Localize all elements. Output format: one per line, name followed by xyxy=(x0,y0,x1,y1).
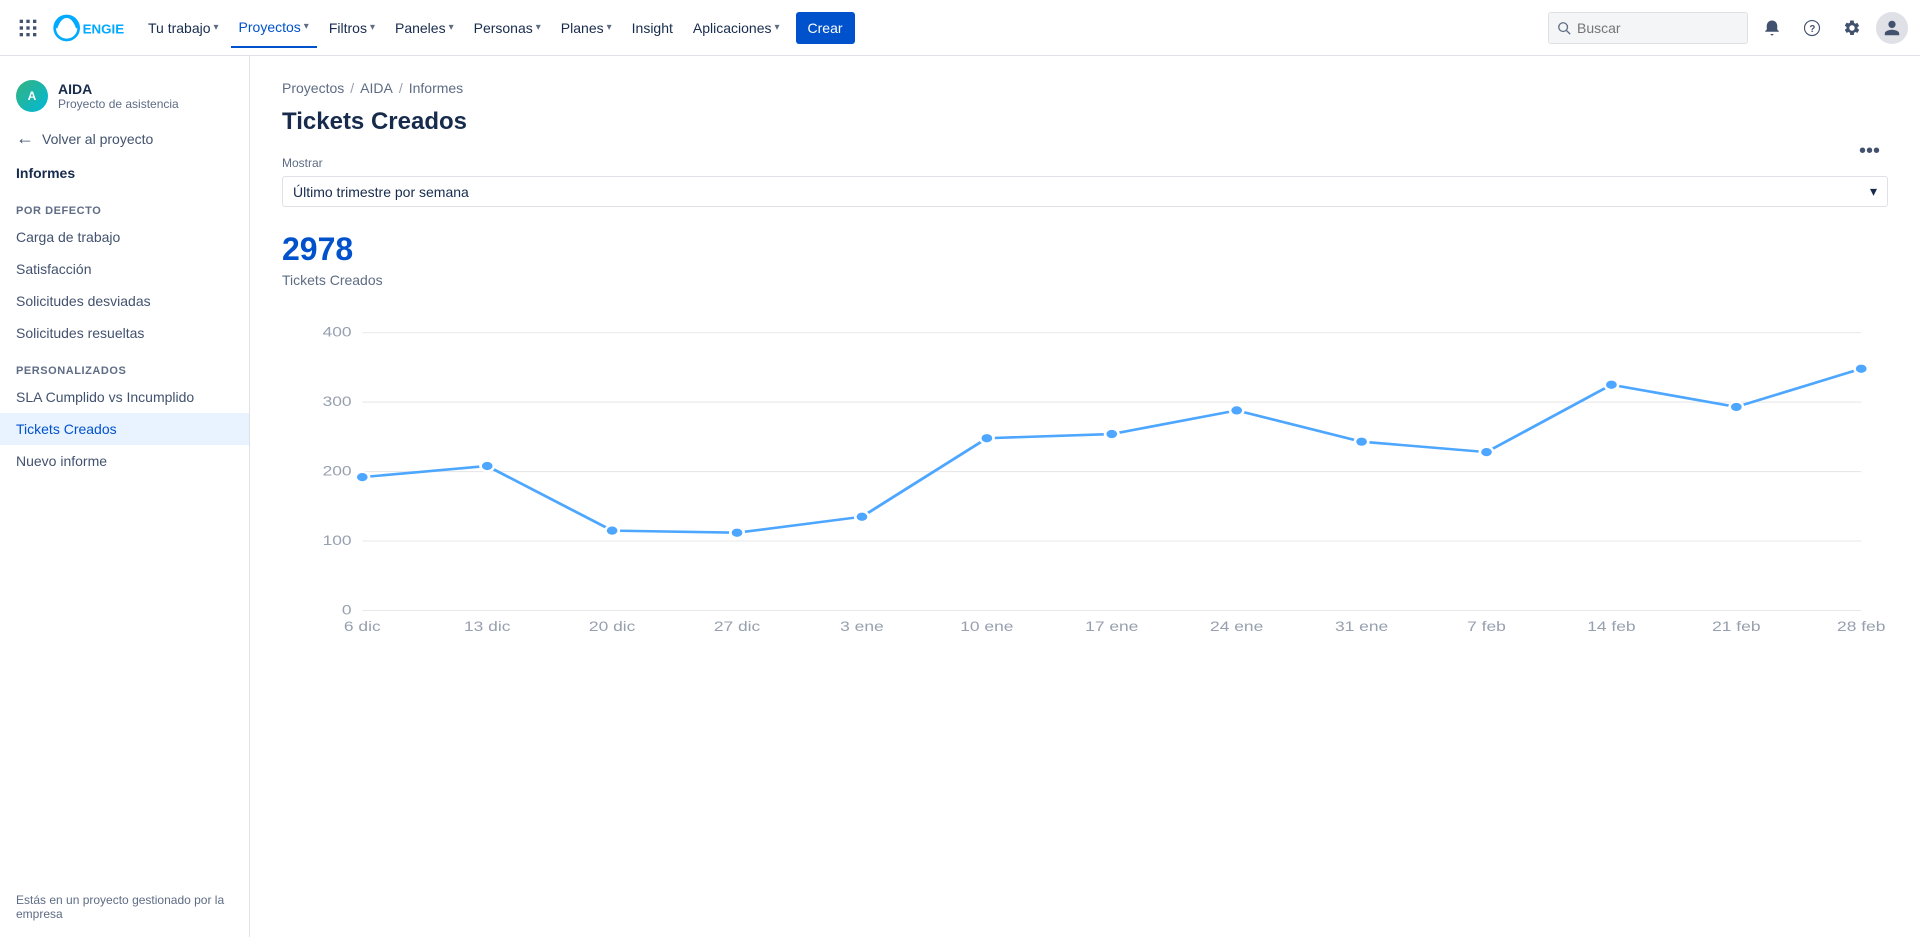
sidebar-item-desviadas[interactable]: Solicitudes desviadas xyxy=(0,285,249,317)
nav-proyectos[interactable]: Proyectos ▾ xyxy=(231,8,317,48)
svg-text:14 feb: 14 feb xyxy=(1587,620,1635,635)
svg-text:7 feb: 7 feb xyxy=(1467,620,1506,635)
main-content: Proyectos / AIDA / Informes Tickets Crea… xyxy=(250,56,1920,937)
section-custom-label: PERSONALIZADOS xyxy=(0,349,249,381)
project-subtitle: Proyecto de asistencia xyxy=(58,97,179,111)
nav-planes[interactable]: Planes ▾ xyxy=(553,8,620,48)
svg-text:ENGIE: ENGIE xyxy=(83,21,125,36)
search-input[interactable] xyxy=(1577,20,1717,36)
chevron-down-icon: ▾ xyxy=(775,22,780,33)
settings-icon[interactable] xyxy=(1836,12,1868,44)
chevron-down-icon: ▾ xyxy=(536,22,541,33)
chevron-down-icon: ▾ xyxy=(214,22,219,33)
project-name: AIDA xyxy=(58,81,179,97)
page-actions: ••• xyxy=(1851,136,1888,167)
nav-paneles[interactable]: Paneles ▾ xyxy=(387,8,462,48)
nav-personas[interactable]: Personas ▾ xyxy=(466,8,549,48)
sidebar-footer: Estás en un proyecto gestionado por la e… xyxy=(0,877,249,937)
svg-text:24 ene: 24 ene xyxy=(1210,620,1263,635)
back-to-project[interactable]: ← Volver al proyecto xyxy=(0,120,249,157)
notifications-icon[interactable] xyxy=(1756,12,1788,44)
line-chart: 400 300 200 100 0 6 dic 13 dic 20 dic 27 dic 3 en… xyxy=(282,312,1888,662)
svg-text:20 dic: 20 dic xyxy=(589,620,636,635)
svg-text:200: 200 xyxy=(323,464,352,479)
svg-text:28 feb: 28 feb xyxy=(1837,620,1885,635)
sidebar-item-nuevo-informe[interactable]: Nuevo informe xyxy=(0,445,249,477)
svg-text:100: 100 xyxy=(323,534,352,549)
project-avatar: A xyxy=(16,80,48,112)
search-box[interactable] xyxy=(1548,12,1748,44)
section-default-label: POR DEFECTO xyxy=(0,189,249,221)
svg-text:13 dic: 13 dic xyxy=(464,620,511,635)
nav-aplicaciones[interactable]: Aplicaciones ▾ xyxy=(685,8,788,48)
sidebar-item-carga[interactable]: Carga de trabajo xyxy=(0,221,249,253)
sidebar-project: A AIDA Proyecto de asistencia xyxy=(0,72,249,120)
svg-text:0: 0 xyxy=(342,603,352,618)
breadcrumb-proyectos[interactable]: Proyectos xyxy=(282,80,344,96)
filter-row: Mostrar Último trimestre por semana ▾ xyxy=(282,156,1888,207)
back-icon: ← xyxy=(16,128,34,149)
grid-icon[interactable] xyxy=(12,12,44,44)
chevron-down-icon: ▾ xyxy=(304,21,309,32)
svg-text:400: 400 xyxy=(323,325,352,340)
chevron-down-icon: ▾ xyxy=(370,22,375,33)
svg-text:17 ene: 17 ene xyxy=(1085,620,1138,635)
nav-filtros[interactable]: Filtros ▾ xyxy=(321,8,383,48)
help-icon[interactable]: ? xyxy=(1796,12,1828,44)
breadcrumb-aida[interactable]: AIDA xyxy=(360,80,393,96)
sidebar-item-resueltas[interactable]: Solicitudes resueltas xyxy=(0,317,249,349)
topnav: ENGIE Tu trabajo ▾ Proyectos ▾ Filtros ▾… xyxy=(0,0,1920,56)
search-icon xyxy=(1557,21,1571,35)
topnav-right: ? xyxy=(1548,12,1908,44)
nav-insight[interactable]: Insight xyxy=(624,8,681,48)
svg-text:300: 300 xyxy=(323,395,352,410)
chevron-down-icon: ▾ xyxy=(449,22,454,33)
svg-text:3 ene: 3 ene xyxy=(840,620,884,635)
chevron-down-icon: ▾ xyxy=(1870,183,1877,200)
app-body: A AIDA Proyecto de asistencia ← Volver a… xyxy=(0,56,1920,937)
svg-text:10 ene: 10 ene xyxy=(960,620,1013,635)
metric-value: 2978 xyxy=(282,231,1888,268)
svg-text:27 dic: 27 dic xyxy=(714,620,761,635)
svg-text:21 feb: 21 feb xyxy=(1712,620,1760,635)
profile-avatar[interactable] xyxy=(1876,12,1908,44)
create-button[interactable]: Crear xyxy=(796,12,855,44)
metric-label: Tickets Creados xyxy=(282,272,1888,288)
sidebar-item-sla[interactable]: SLA Cumplido vs Incumplido xyxy=(0,381,249,413)
filter-select[interactable]: Último trimestre por semana ▾ xyxy=(282,176,1888,207)
sidebar: A AIDA Proyecto de asistencia ← Volver a… xyxy=(0,56,250,937)
reports-heading: Informes xyxy=(0,157,249,189)
breadcrumb: Proyectos / AIDA / Informes xyxy=(282,80,1888,96)
page-title: Tickets Creados xyxy=(282,108,1888,136)
more-options-button[interactable]: ••• xyxy=(1851,136,1888,167)
filter-label: Mostrar xyxy=(282,156,1888,170)
svg-text:?: ? xyxy=(1809,23,1815,34)
breadcrumb-informes: Informes xyxy=(409,80,463,96)
svg-text:31 ene: 31 ene xyxy=(1335,620,1388,635)
sidebar-item-satisfaccion[interactable]: Satisfacción xyxy=(0,253,249,285)
svg-text:6 dic: 6 dic xyxy=(344,620,381,635)
chevron-down-icon: ▾ xyxy=(607,22,612,33)
nav-tu-trabajo[interactable]: Tu trabajo ▾ xyxy=(140,8,227,48)
chart-container: 400 300 200 100 0 6 dic 13 dic 20 dic 27 dic 3 en… xyxy=(282,312,1888,681)
logo[interactable]: ENGIE xyxy=(48,10,128,46)
sidebar-item-tickets-creados[interactable]: Tickets Creados xyxy=(0,413,249,445)
